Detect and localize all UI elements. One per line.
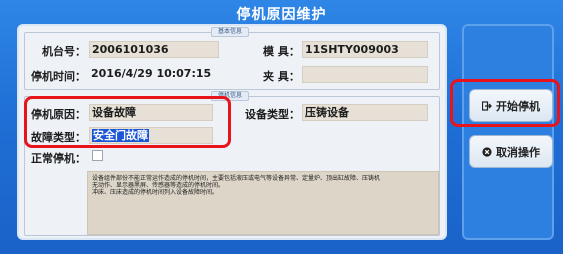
note-line: 冲床、压床造成的停机时间列入设备故障时间。 [92, 189, 219, 196]
note-line: 无动作、显示器黑屏、传感器等造成的停机时间。 [92, 182, 225, 189]
main-panel: 基本信息 机台号： 2006101036 模 具： 11SHTY009003 停… [17, 24, 447, 240]
machine-field[interactable]: 2006101036 [89, 41, 219, 58]
fault-type-label: 故障类型： [31, 131, 86, 144]
fixture-field[interactable] [302, 66, 428, 83]
normal-stop-checkbox[interactable] [92, 150, 103, 161]
description-note: 设备组件部份不能正常运作造成的停机时间，主要包括液压或电气等设备异常、定量炉、顶… [87, 171, 439, 235]
exit-arrow-icon [482, 100, 492, 111]
stop-info-legend: 停机信息 [211, 91, 250, 101]
normal-stop-label: 正常停机： [31, 152, 86, 165]
note-line: 设备组件部份不能正常运作造成的停机时间，主要包括液压或电气等设备异常、定量炉、顶… [92, 175, 381, 182]
start-stop-button[interactable]: 开始停机 [469, 89, 553, 122]
machine-label: 机台号： [42, 45, 86, 58]
start-stop-label: 开始停机 [496, 99, 540, 113]
close-circle-icon [482, 146, 492, 157]
basic-info-legend: 基本信息 [211, 27, 250, 37]
mold-label: 模 具： [263, 45, 300, 58]
window-title: 停机原因维护 [236, 7, 327, 23]
stop-time-field: 2016/4/29 10:07:15 [91, 67, 212, 80]
cancel-button[interactable]: 取消操作 [469, 135, 553, 168]
stop-reason-label: 停机原因： [31, 108, 86, 121]
stop-reason-field[interactable]: 设备故障 [89, 104, 213, 121]
fixture-label: 夹 具： [263, 70, 300, 83]
fault-type-field[interactable]: 安全门故障 [89, 127, 213, 144]
action-panel: 开始停机 取消操作 [462, 24, 554, 240]
stop-reason-window: 停机原因维护 基本信息 机台号： 2006101036 模 具： 11SHTY0… [0, 0, 563, 254]
equipment-type-field[interactable]: 压铸设备 [302, 104, 428, 121]
mold-field[interactable]: 11SHTY009003 [302, 41, 428, 58]
fault-type-selected-text: 安全门故障 [92, 129, 149, 142]
cancel-label: 取消操作 [496, 145, 540, 159]
equipment-type-label: 设备类型： [245, 108, 300, 121]
stop-time-label: 停机时间： [31, 70, 86, 83]
